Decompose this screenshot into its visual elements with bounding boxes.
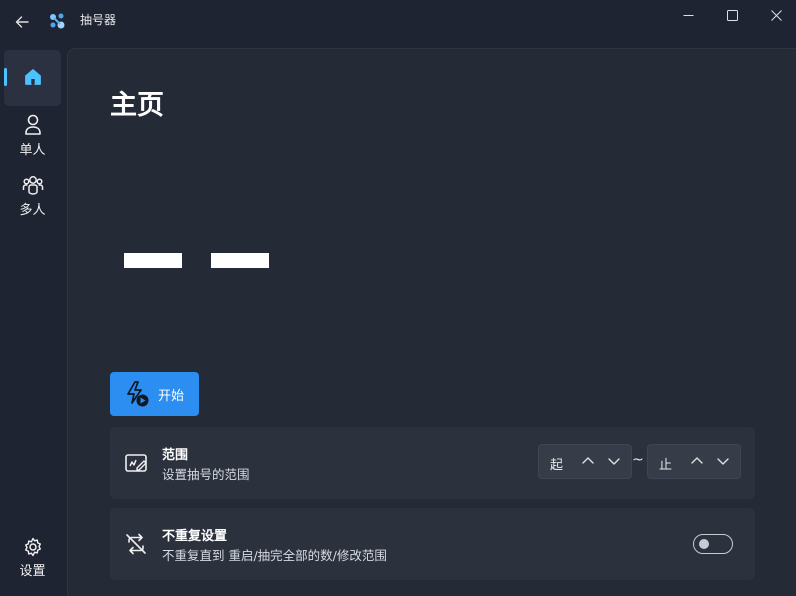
- sidebar-item-label: 设置: [19, 564, 46, 579]
- sidebar-item-label: 单人: [19, 143, 46, 158]
- sidebar-item-single[interactable]: 单人: [4, 108, 61, 164]
- minimize-button[interactable]: [665, 0, 711, 30]
- norepeat-description: 不重复直到 重启/抽完全部的数/修改范围: [162, 548, 387, 563]
- maximize-button[interactable]: [709, 0, 755, 30]
- close-icon: [770, 9, 782, 21]
- people-icon: [22, 176, 43, 195]
- norepeat-title: 不重复设置: [162, 529, 228, 544]
- sidebar: 单人 多人 设置: [0, 40, 66, 596]
- minimize-icon: [683, 14, 693, 16]
- person-icon: [24, 114, 41, 135]
- sidebar-item-multi[interactable]: 多人: [4, 168, 61, 224]
- start-button-label: 开始: [158, 388, 185, 404]
- arrow-left-icon: [15, 16, 29, 28]
- range-description: 设置抽号的范围: [162, 467, 250, 482]
- app-logo-icon: [50, 13, 65, 29]
- range-title: 范围: [162, 448, 189, 463]
- selection-indicator: [4, 68, 7, 86]
- range-card: 范围 设置抽号的范围 起 ~ 止: [110, 427, 755, 499]
- main-content: 主页 开始 范围 设置抽号的范围 起 ~ 止 不重复设置 不重复直到 重启/抽完…: [67, 48, 796, 596]
- range-separator: ~: [632, 452, 644, 468]
- range-end-value[interactable]: 止: [659, 454, 672, 473]
- home-icon: [24, 68, 41, 85]
- result-number-2: [211, 253, 269, 268]
- maximize-icon: [726, 9, 738, 21]
- range-edit-icon: [125, 454, 147, 472]
- range-start-input[interactable]: 起: [538, 444, 632, 479]
- norepeat-toggle[interactable]: [693, 534, 733, 554]
- page-title: 主页: [110, 90, 164, 121]
- start-button[interactable]: 开始: [110, 372, 199, 416]
- range-end-input[interactable]: 止: [647, 444, 741, 479]
- sidebar-item-home[interactable]: [4, 50, 61, 106]
- chevron-down-icon[interactable]: [715, 453, 731, 469]
- window-title: 抽号器: [80, 13, 117, 27]
- sidebar-item-label: 多人: [19, 203, 46, 218]
- chevron-down-icon[interactable]: [606, 453, 622, 469]
- gear-icon: [24, 537, 41, 557]
- close-button[interactable]: [753, 0, 796, 30]
- result-number-1: [124, 253, 182, 268]
- range-start-value[interactable]: 起: [550, 454, 563, 473]
- back-button[interactable]: [8, 8, 36, 36]
- repeat-off-icon: [126, 533, 146, 555]
- norepeat-card: 不重复设置 不重复直到 重启/抽完全部的数/修改范围: [110, 508, 755, 580]
- chevron-up-icon[interactable]: [580, 453, 596, 469]
- chevron-up-icon[interactable]: [689, 453, 705, 469]
- title-bar: 抽号器: [0, 0, 796, 40]
- sidebar-item-settings[interactable]: 设置: [4, 530, 61, 586]
- flash-play-icon: [127, 381, 149, 407]
- toggle-knob: [699, 539, 709, 549]
